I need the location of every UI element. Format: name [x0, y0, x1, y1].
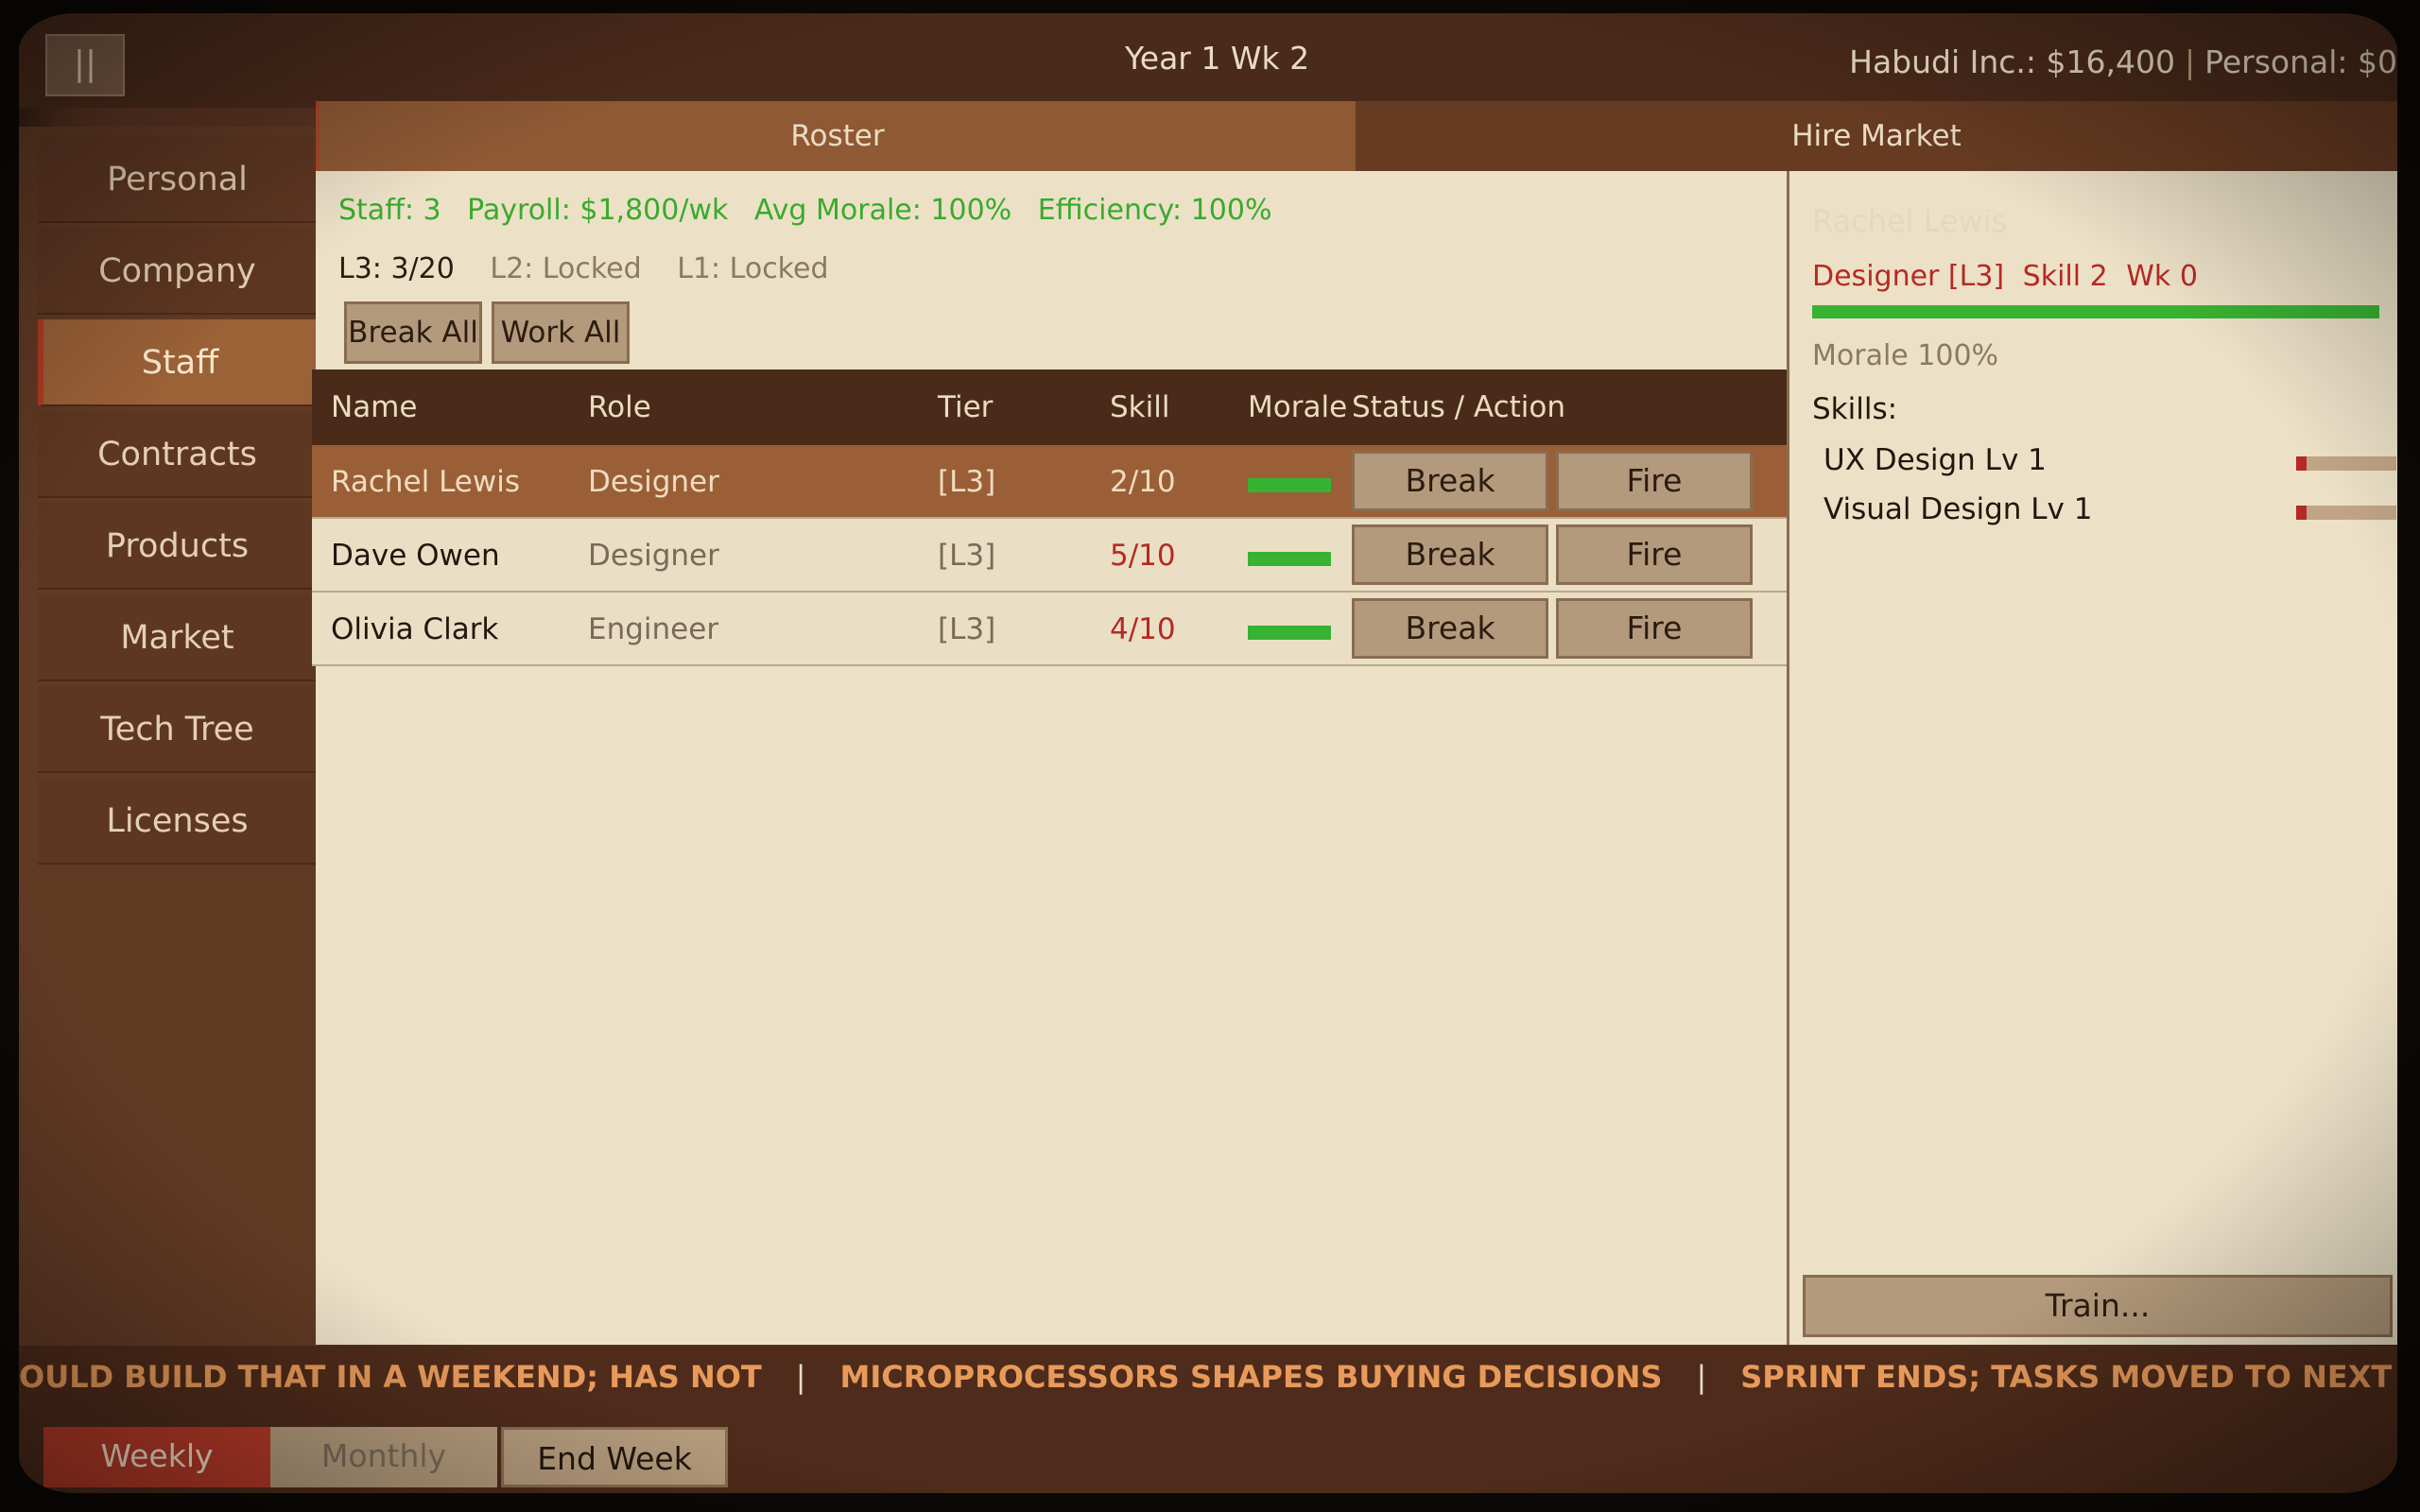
col-name: Name — [331, 390, 418, 424]
tab-hire-market[interactable]: Hire Market — [1356, 101, 2397, 171]
sidebar: Personal Company Staff Contracts Product… — [19, 127, 317, 1355]
morale-bar — [1248, 552, 1331, 566]
news-ticker: OULD BUILD THAT IN A WEEKEND; HAS NOT | MI… — [19, 1346, 2397, 1408]
detail-skill: Skill 2 — [2022, 260, 2108, 293]
sidebar-item-staff[interactable]: Staff — [38, 319, 317, 406]
staff-detail-panel: Rachel Lewis Designer [L3] Skill 2 Wk 0 … — [1787, 171, 2397, 1345]
detail-summary: Designer [L3] Skill 2 Wk 0 — [1812, 260, 2207, 293]
table-row[interactable]: Rachel Lewis Designer [L3] 2/10 Break Fi… — [312, 445, 1787, 519]
skill-label: Visual Design Lv 1 — [1824, 492, 2093, 526]
staff-role: Engineer — [588, 612, 719, 646]
avg-morale: Avg Morale: 100% — [753, 194, 1012, 227]
skills-heading: Skills: — [1812, 392, 1898, 426]
efficiency: Efficiency: 100% — [1037, 194, 1272, 227]
monthly-toggle[interactable]: Monthly — [270, 1427, 497, 1487]
staff-role: Designer — [588, 465, 719, 499]
staff-skill: 2/10 — [1110, 465, 1176, 499]
staff-tier: [L3] — [938, 612, 996, 646]
morale-bar — [1248, 626, 1331, 640]
weekly-toggle[interactable]: Weekly — [43, 1427, 270, 1487]
sidebar-item-company[interactable]: Company — [38, 228, 317, 315]
staff-count: Staff: 3 — [338, 194, 441, 227]
break-button[interactable]: Break — [1352, 598, 1548, 659]
money-separator: | — [2184, 43, 2196, 80]
detail-morale-bar — [1812, 305, 2379, 318]
end-week-button[interactable]: End Week — [501, 1427, 728, 1487]
bottom-bar: Weekly Monthly End Week — [19, 1408, 2397, 1493]
sidebar-item-tech-tree[interactable]: Tech Tree — [38, 686, 317, 773]
table-header: Name Role Tier Skill Morale Status / Act… — [312, 369, 1787, 445]
ticker-track: OULD BUILD THAT IN A WEEKEND; HAS NOT | MI… — [19, 1346, 2397, 1408]
break-button[interactable]: Break — [1352, 524, 1548, 585]
tier-slots: L3: 3/20 L2: Locked L1: Locked — [338, 252, 829, 285]
staff-stats: Staff: 3 Payroll: $1,800/wk Avg Morale: … — [338, 194, 1288, 227]
game-screen: || Year 1 Wk 2 Habudi Inc.: $16,400 | Pers… — [19, 13, 2397, 1493]
skill-ux-design: UX Design Lv 1 — [1824, 443, 2047, 477]
table-row[interactable]: Olivia Clark Engineer [L3] 4/10 Break Fi… — [312, 593, 1787, 666]
skill-meter-fill — [2296, 456, 2307, 471]
skill-meter-fill — [2296, 506, 2307, 520]
top-bar: || Year 1 Wk 2 Habudi Inc.: $16,400 | Pers… — [19, 13, 2397, 108]
staff-tier: [L3] — [938, 539, 996, 573]
col-tier: Tier — [938, 390, 994, 424]
tier-l2: L2: Locked — [490, 252, 642, 285]
staff-name: Olivia Clark — [331, 612, 499, 646]
skill-label: UX Design Lv 1 — [1824, 443, 2047, 477]
table-row[interactable]: Dave Owen Designer [L3] 5/10 Break Fire — [312, 519, 1787, 593]
col-morale: Morale — [1248, 390, 1348, 424]
ticker-item: OULD BUILD THAT IN A WEEKEND; HAS NOT — [19, 1359, 762, 1395]
money-display: Habudi Inc.: $16,400 | Personal: $0 — [1849, 43, 2397, 80]
ticker-separator: | — [795, 1359, 806, 1395]
ticker-separator: | — [1696, 1359, 1707, 1395]
date-display: Year 1 Wk 2 — [1125, 40, 1310, 77]
staff-name: Rachel Lewis — [331, 465, 521, 499]
skill-meter — [2296, 506, 2396, 520]
detail-morale: Morale 100% — [1812, 339, 1999, 372]
staff-role: Designer — [588, 539, 719, 573]
fire-button[interactable]: Fire — [1556, 451, 1753, 511]
sidebar-item-personal[interactable]: Personal — [38, 136, 317, 223]
detail-role-tier: Designer [L3] — [1812, 260, 2005, 293]
detail-week: Wk 0 — [2126, 260, 2198, 293]
break-all-button[interactable]: Break All — [344, 301, 482, 364]
payroll: Payroll: $1,800/wk — [467, 194, 729, 227]
sidebar-item-products[interactable]: Products — [38, 503, 317, 590]
sidebar-item-contracts[interactable]: Contracts — [38, 411, 317, 498]
ticker-item: SPRINT ENDS; TASKS MOVED TO NEXT SPRINT … — [1740, 1359, 2397, 1395]
break-button[interactable]: Break — [1352, 451, 1548, 511]
detail-name: Rachel Lewis — [1812, 203, 2008, 239]
fire-button[interactable]: Fire — [1556, 524, 1753, 585]
roster-panel: Staff: 3 Payroll: $1,800/wk Avg Morale: … — [312, 171, 1787, 1345]
staff-skill: 4/10 — [1110, 612, 1176, 646]
fire-button[interactable]: Fire — [1556, 598, 1753, 659]
col-role: Role — [588, 390, 651, 424]
col-skill: Skill — [1110, 390, 1170, 424]
train-button[interactable]: Train... — [1803, 1275, 2393, 1337]
personal-money: Personal: $0 — [2204, 43, 2397, 80]
tab-roster[interactable]: Roster — [316, 101, 1356, 171]
staff-skill: 5/10 — [1110, 539, 1176, 573]
staff-name: Dave Owen — [331, 539, 500, 573]
skill-meter — [2296, 456, 2396, 471]
ticker-item: MICROPROCESSORS SHAPES BUYING DECISIONS — [839, 1359, 1663, 1395]
staff-tier: [L3] — [938, 465, 996, 499]
sidebar-item-licenses[interactable]: Licenses — [38, 778, 317, 865]
morale-bar — [1248, 478, 1331, 492]
company-money: Habudi Inc.: $16,400 — [1849, 43, 2175, 80]
sidebar-item-market[interactable]: Market — [38, 594, 317, 681]
work-all-button[interactable]: Work All — [492, 301, 630, 364]
col-status: Status / Action — [1352, 390, 1566, 424]
pause-button[interactable]: || — [45, 34, 125, 96]
skill-visual-design: Visual Design Lv 1 — [1824, 492, 2092, 526]
tab-bar: Roster Hire Market — [316, 101, 2397, 171]
tier-l3: L3: 3/20 — [338, 252, 455, 285]
tier-l1: L1: Locked — [677, 252, 829, 285]
